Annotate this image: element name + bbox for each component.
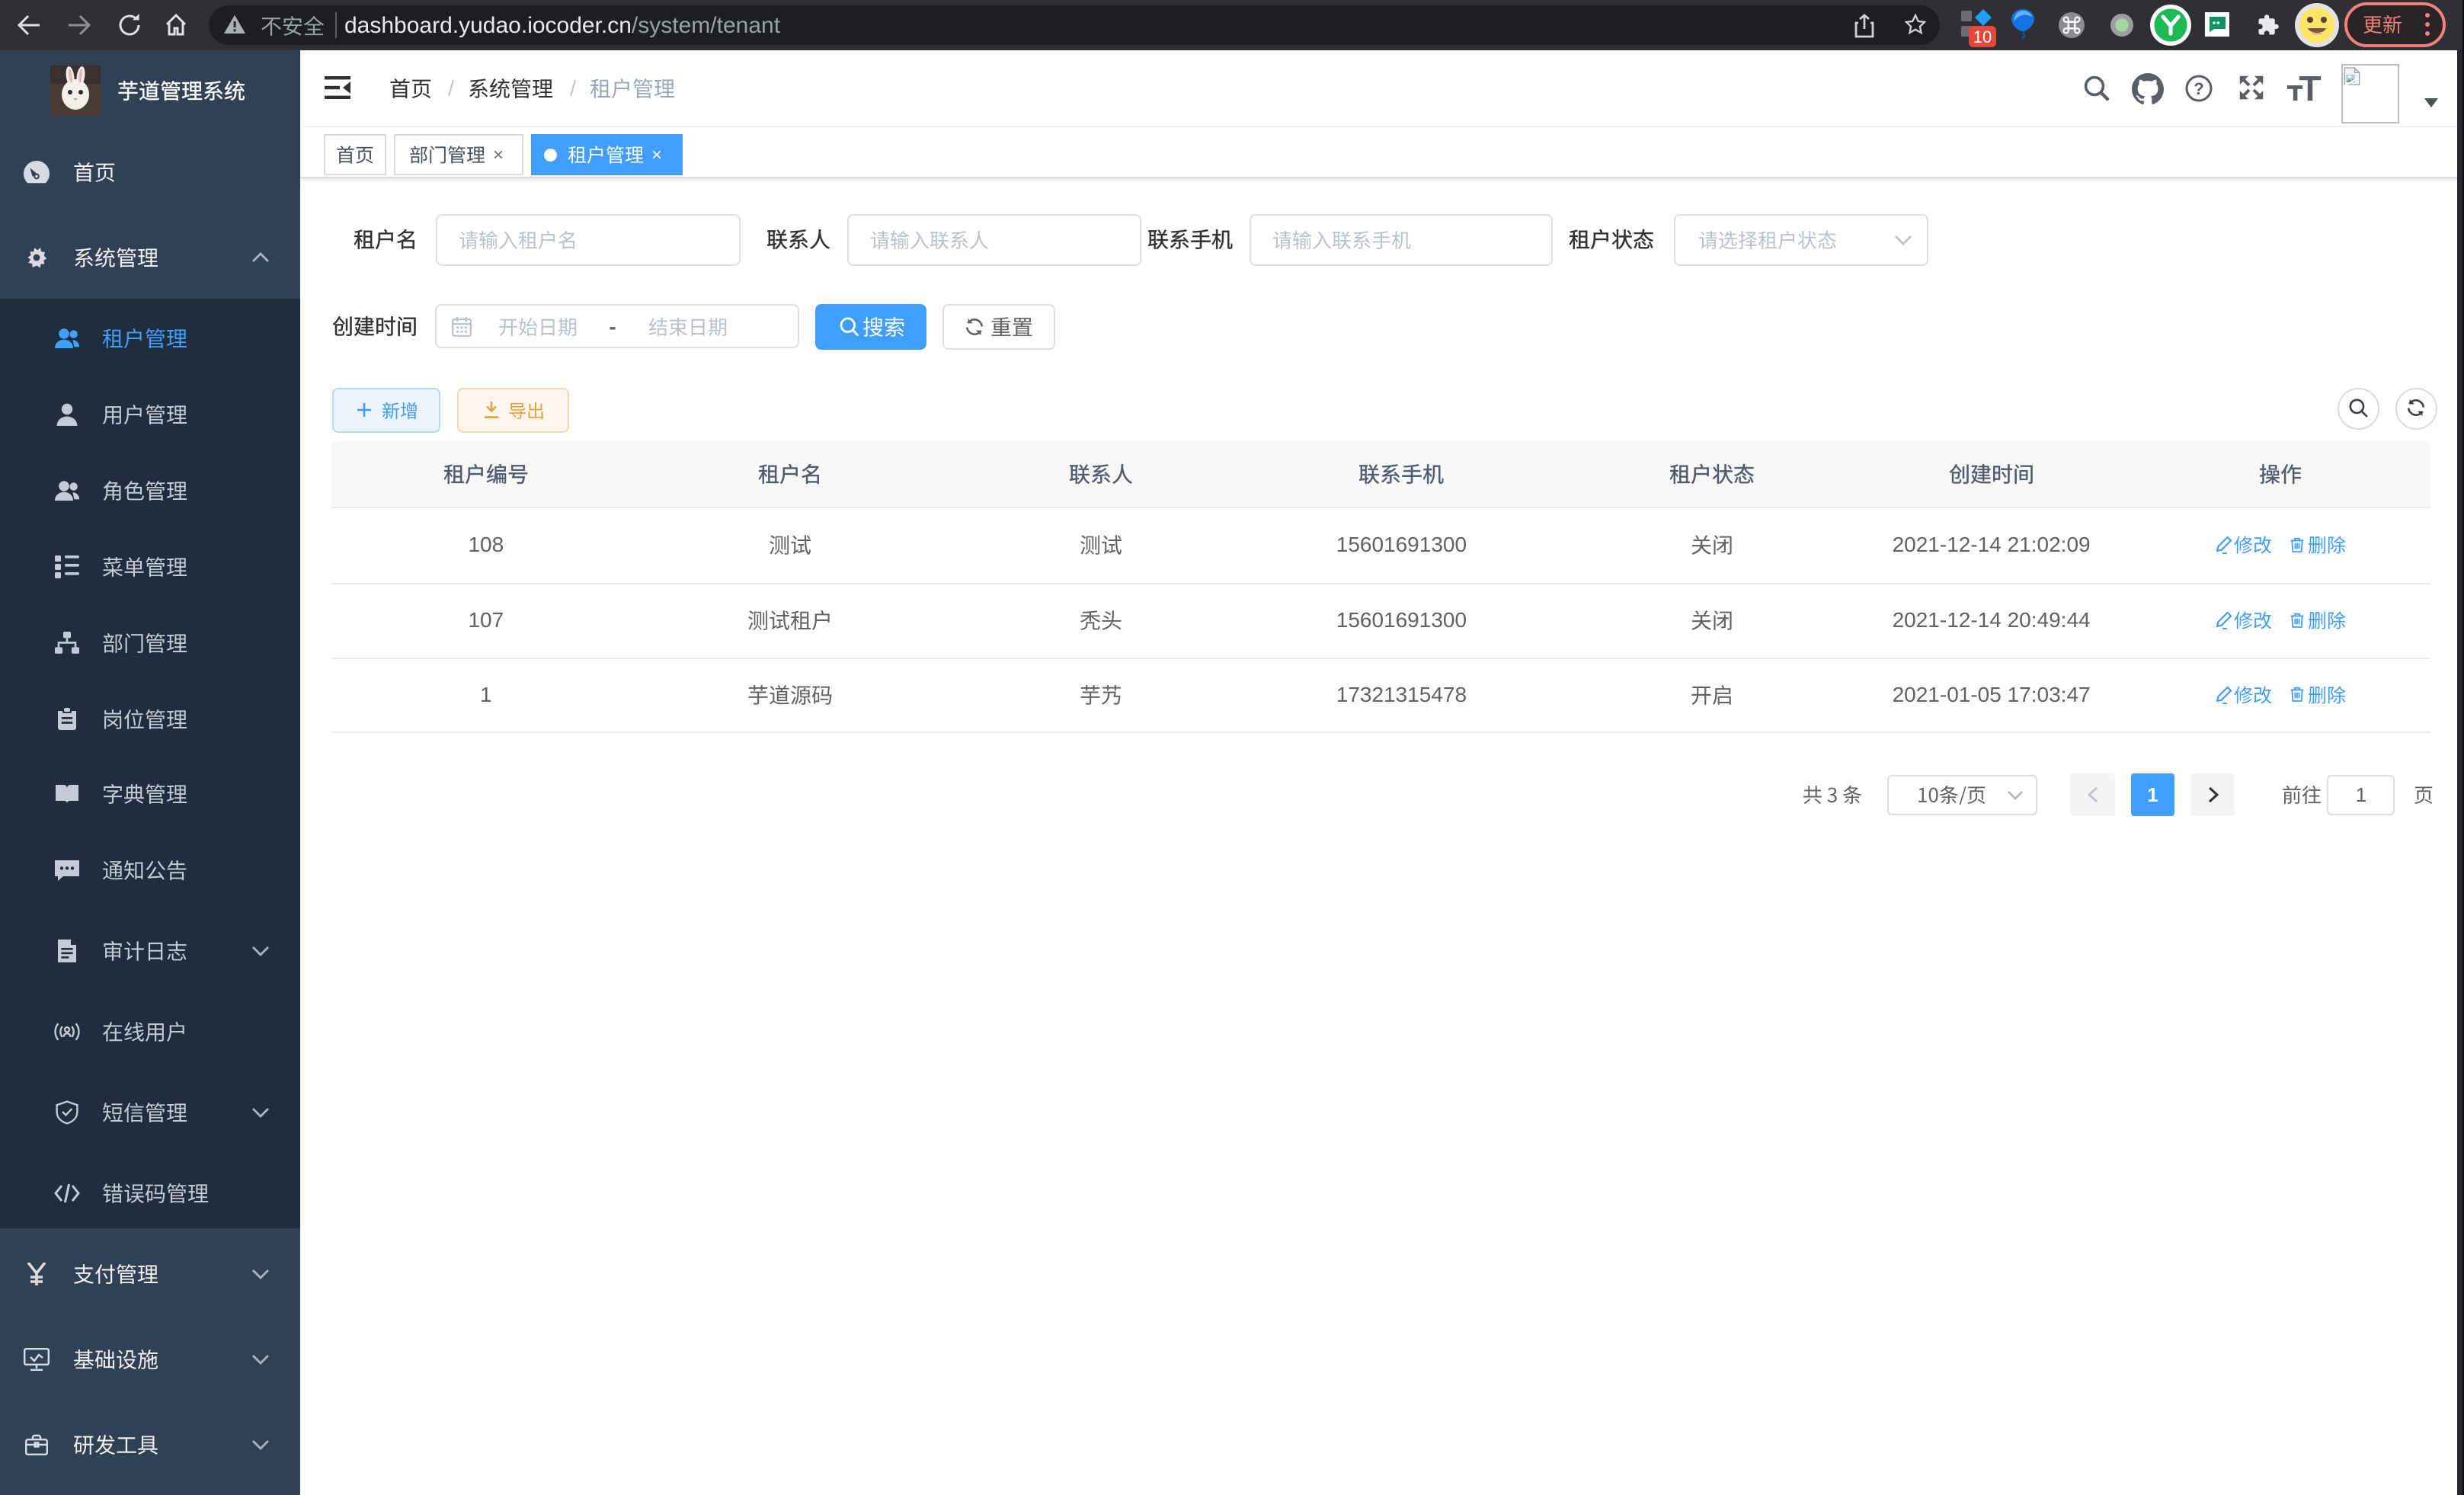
svg-text:10: 10 bbox=[1973, 27, 1992, 46]
svg-text:?: ? bbox=[2194, 79, 2203, 98]
